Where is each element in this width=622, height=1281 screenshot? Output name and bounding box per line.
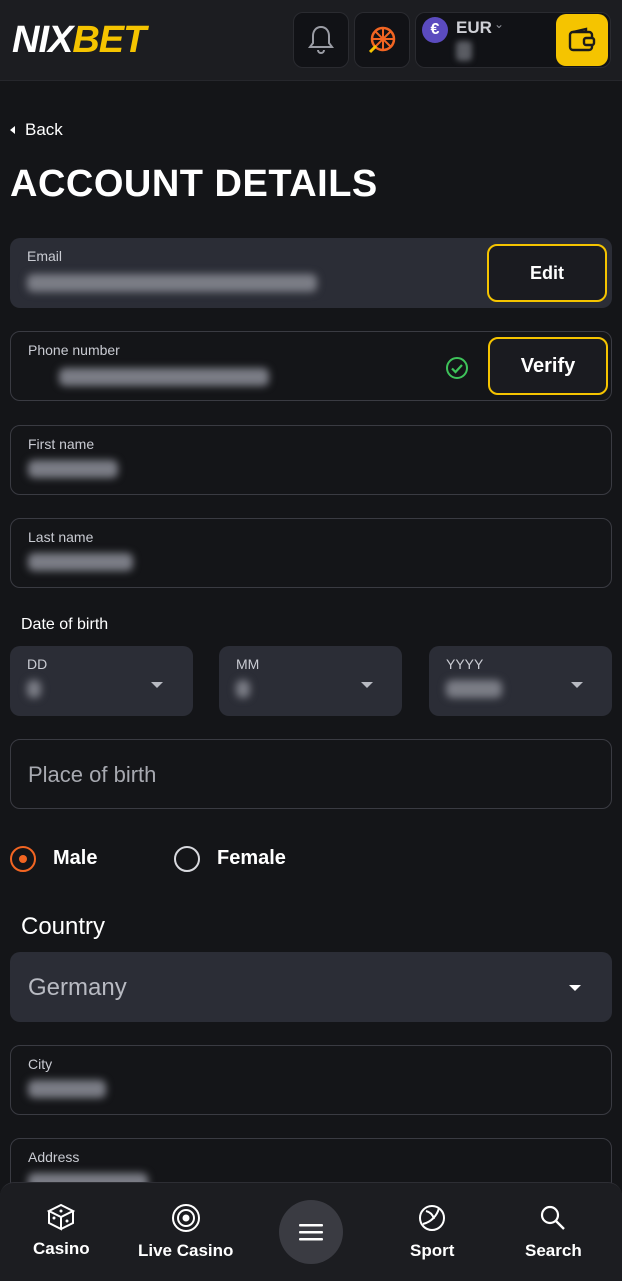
notifications-button[interactable]: [293, 12, 349, 68]
verified-check-icon: [446, 357, 468, 379]
bottom-navigation: Casino Live Casino Sport Search: [0, 1182, 622, 1281]
caret-down-icon: [571, 682, 583, 688]
main-menu-button[interactable]: [279, 1200, 343, 1264]
first-name-field[interactable]: First name: [10, 425, 612, 495]
wheel-bonus-button[interactable]: [354, 12, 410, 68]
gender-female-label[interactable]: Female: [217, 847, 286, 870]
city-value-hidden: [28, 1080, 106, 1098]
last-name-label: Last name: [28, 529, 94, 545]
email-value-hidden: [27, 274, 317, 292]
last-name-field[interactable]: Last name: [10, 518, 612, 588]
gender-male-label[interactable]: Male: [53, 847, 97, 870]
dob-month-select[interactable]: MM: [219, 646, 402, 716]
nav-search-label: Search: [525, 1241, 582, 1260]
balance-value-hidden: [456, 41, 472, 61]
chevron-down-icon: ⌄: [494, 17, 505, 31]
place-of-birth-field[interactable]: Place of birth: [10, 739, 612, 809]
nav-sport-label: Sport: [410, 1241, 455, 1260]
dice-icon: [47, 1203, 76, 1231]
balance-selector[interactable]: € EUR ⌄: [415, 12, 611, 68]
email-field[interactable]: Email Edit: [10, 238, 612, 308]
caret-down-icon: [151, 682, 163, 688]
dob-year-value-hidden: [446, 680, 502, 698]
country-value: Germany: [28, 974, 127, 1001]
city-label: City: [28, 1056, 53, 1072]
nixbet-logo[interactable]: NIXBET: [12, 18, 146, 62]
verify-phone-button[interactable]: Verify: [488, 337, 608, 395]
back-link[interactable]: Back: [10, 120, 63, 140]
dob-month-label: MM: [236, 656, 260, 672]
nav-sport[interactable]: Sport: [410, 1203, 454, 1261]
hamburger-icon: [299, 1224, 323, 1241]
back-label: Back: [25, 120, 63, 139]
email-label: Email: [27, 248, 63, 264]
wallet-button[interactable]: [556, 14, 608, 66]
address-label: Address: [28, 1149, 80, 1165]
first-name-label: First name: [28, 436, 95, 452]
country-select[interactable]: Germany: [10, 952, 612, 1022]
nav-live-casino-label: Live Casino: [138, 1241, 234, 1260]
nav-casino[interactable]: Casino: [33, 1203, 90, 1259]
dob-month-value-hidden: [236, 680, 250, 698]
dob-label: Date of birth: [21, 616, 109, 633]
sport-ball-icon: [419, 1205, 446, 1231]
currency-label: EUR: [456, 18, 492, 37]
dob-year-label: YYYY: [446, 656, 484, 672]
phone-field[interactable]: Phone number Verify: [10, 331, 612, 401]
gender-male-radio[interactable]: [10, 846, 36, 872]
city-field[interactable]: City: [10, 1045, 612, 1115]
phone-value-hidden: [59, 368, 269, 386]
caret-down-icon: [361, 682, 373, 688]
roulette-chip-icon: [171, 1204, 200, 1232]
first-name-value-hidden: [28, 460, 118, 478]
wheel-icon: [368, 26, 396, 54]
dob-year-select[interactable]: YYYY: [429, 646, 612, 716]
nav-live-casino[interactable]: Live Casino: [138, 1203, 233, 1261]
nav-search[interactable]: Search: [525, 1203, 582, 1261]
wallet-icon: [568, 27, 596, 52]
dob-day-label: DD: [27, 656, 48, 672]
page-title: ACCOUNT DETAILS: [10, 163, 378, 205]
back-arrow-icon: [10, 126, 15, 134]
dob-day-select[interactable]: DD: [10, 646, 193, 716]
country-label: Country: [21, 913, 106, 940]
nav-casino-label: Casino: [33, 1239, 90, 1258]
bell-icon: [308, 25, 334, 54]
caret-down-icon: [569, 985, 581, 991]
edit-email-button[interactable]: Edit: [487, 244, 607, 302]
phone-label: Phone number: [28, 342, 120, 358]
top-header: NIXBET € EUR ⌄: [0, 0, 622, 81]
place-of-birth-placeholder: Place of birth: [28, 762, 157, 787]
last-name-value-hidden: [28, 553, 133, 571]
dob-day-value-hidden: [27, 680, 41, 698]
search-icon: [541, 1205, 566, 1230]
euro-coin-icon: €: [422, 17, 448, 43]
gender-female-radio[interactable]: [174, 846, 200, 872]
